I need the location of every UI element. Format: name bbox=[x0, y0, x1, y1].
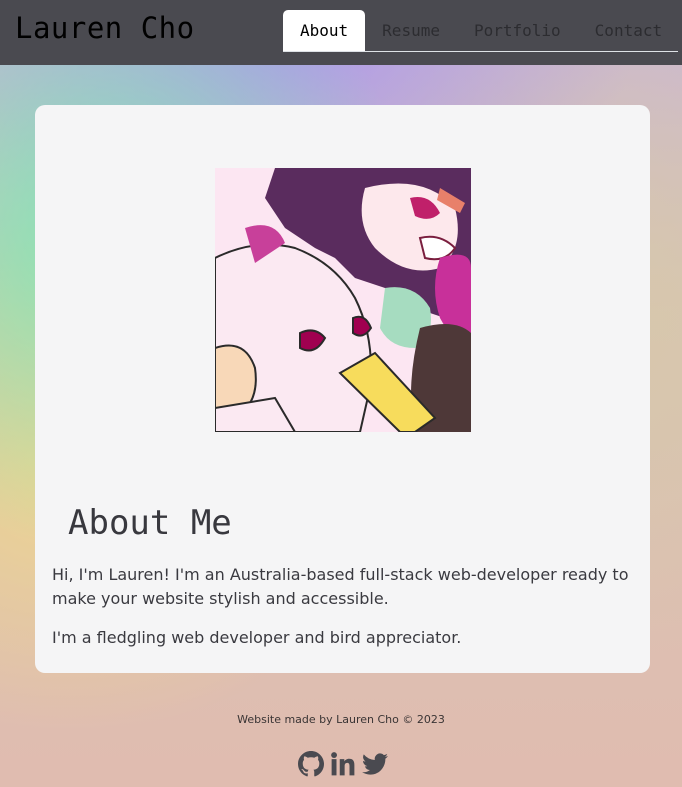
about-heading: About Me bbox=[68, 503, 232, 543]
about-paragraph-intro: Hi, I'm Lauren! I'm an Australia-based f… bbox=[52, 565, 629, 608]
twitter-icon[interactable] bbox=[362, 751, 388, 777]
footer-credit: Website made by Lauren Cho © 2023 bbox=[237, 713, 445, 726]
site-header: Lauren Cho About Resume Portfolio Contac… bbox=[0, 0, 682, 65]
tab-portfolio[interactable]: Portfolio bbox=[457, 10, 578, 51]
social-links bbox=[298, 750, 388, 778]
profile-illustration bbox=[215, 168, 471, 432]
tab-resume[interactable]: Resume bbox=[365, 10, 457, 51]
linkedin-icon[interactable] bbox=[330, 751, 356, 777]
about-paragraph-hobby: I'm a fledgling web developer and bird a… bbox=[52, 628, 462, 647]
tab-about[interactable]: About bbox=[283, 10, 366, 51]
tab-contact[interactable]: Contact bbox=[578, 10, 679, 51]
site-brand[interactable]: Lauren Cho bbox=[15, 11, 195, 45]
github-icon[interactable] bbox=[298, 751, 324, 777]
about-card: About Me Hi, I'm Lauren! I'm an Australi… bbox=[35, 105, 650, 673]
nav-tabs: About Resume Portfolio Contact bbox=[283, 10, 678, 52]
